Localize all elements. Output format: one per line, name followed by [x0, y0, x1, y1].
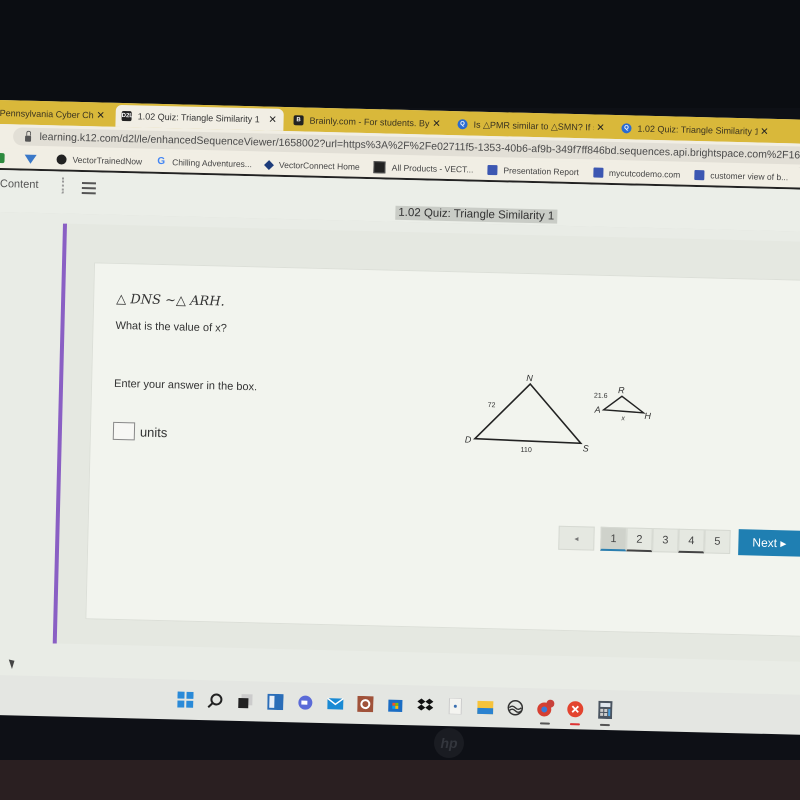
bookmark-label: VectorTrainedNow	[72, 154, 143, 167]
file-explorer-icon[interactable]	[475, 697, 495, 717]
answer-row: units	[112, 421, 168, 441]
green-app-icon	[0, 152, 5, 164]
widgets-icon[interactable]	[265, 692, 285, 712]
main-content: △ DNS ∼△ ARH. What is the value of x? En…	[0, 211, 800, 702]
bookmark-vectortrainednow[interactable]: VectorTrainedNow	[56, 154, 142, 166]
bookmark-label: Chilling Adventures...	[172, 157, 253, 170]
close-icon[interactable]: ✕	[429, 118, 443, 129]
tab-title: Brainly.com - For students. By st	[309, 115, 430, 129]
next-button[interactable]: Next ▸	[738, 529, 800, 557]
mouse-cursor	[8, 657, 17, 670]
search-icon[interactable]	[205, 690, 225, 710]
calculator-icon[interactable]	[595, 700, 615, 727]
file-icon[interactable]	[445, 696, 465, 716]
page-1-button[interactable]: 1	[600, 526, 627, 552]
tab-title: 1.02 Quiz: Triangle Similarity 1	[137, 111, 260, 125]
bookmark-label: VectorConnect Home	[278, 159, 360, 172]
monitor-bezel-top	[0, 0, 800, 108]
task-view-icon[interactable]	[235, 691, 255, 711]
bookmark-vector[interactable]	[24, 154, 42, 164]
brainly-icon: B	[293, 115, 304, 126]
mail-icon[interactable]	[325, 693, 345, 713]
vertex-s-label: S	[583, 443, 589, 453]
triangle-dns	[472, 382, 583, 445]
desk-surface	[0, 760, 800, 800]
close-icon[interactable]: ✕	[757, 126, 771, 137]
vertex-r-label: R	[618, 385, 625, 395]
question-prompt: What is the value of x?	[115, 319, 227, 335]
side-dn-label: 72	[488, 402, 496, 409]
bookmark-label: customer view of b...	[710, 170, 789, 183]
bookmark-all-products[interactable]: All Products - VECT...	[373, 161, 474, 175]
triangles-figure: D N S 72 110 A R H 21.6 x	[465, 373, 652, 454]
screen: Pennsylvania Cyber Char ✕ D2L 1.02 Quiz:…	[0, 100, 800, 735]
tab-title: 1.02 Quiz: Triangle Similarity 1 an	[637, 123, 758, 137]
similarity-statement: △ DNS ∼△ ARH.	[115, 291, 225, 310]
app-icon	[694, 169, 705, 181]
running-indicator	[539, 722, 550, 725]
side-ar-label: 21.6	[594, 393, 608, 400]
box-icon	[373, 161, 386, 174]
drag-handle-icon[interactable]	[61, 177, 67, 194]
bookmark-green-app[interactable]	[0, 152, 11, 164]
question-card: △ DNS ∼△ ARH. What is the value of x? En…	[85, 262, 800, 637]
page-3-button[interactable]: 3	[652, 528, 679, 553]
pagination: ◂ 1 2 3 4 5 Next ▸	[558, 525, 800, 557]
wave-app-icon[interactable]	[505, 698, 525, 718]
photo-app-icon[interactable]	[355, 694, 375, 714]
report-icon	[487, 164, 498, 176]
running-indicator	[569, 723, 580, 726]
page-title: 1.02 Quiz: Triangle Similarity 1	[395, 205, 558, 224]
close-icon[interactable]: ✕	[593, 122, 607, 133]
bookmark-mycutcodemo[interactable]: mycutcodemo.com	[592, 167, 681, 180]
google-icon: G	[157, 155, 166, 168]
d2l-icon: D2L	[121, 110, 134, 122]
close-icon[interactable]: ✕	[94, 110, 108, 121]
search-icon: Q	[621, 123, 632, 134]
diamond-icon	[264, 159, 275, 170]
teams-chat-icon[interactable]	[295, 692, 315, 712]
bookmark-customer-view[interactable]: customer view of b...	[694, 169, 789, 183]
page-2-button[interactable]: 2	[626, 527, 653, 553]
dropbox-icon[interactable]	[415, 695, 435, 715]
app-icon	[592, 167, 604, 178]
chrome-icon[interactable]	[535, 698, 555, 725]
bookmark-label: Presentation Report	[503, 165, 580, 178]
bookmark-chilling-adventures[interactable]: G Chilling Adventures...	[156, 155, 253, 170]
close-app-icon[interactable]	[565, 699, 585, 726]
vertex-d-label: D	[465, 434, 472, 444]
bookmark-label: mycutcodemo.com	[608, 167, 681, 180]
page-5-button[interactable]: 5	[704, 529, 731, 554]
menu-icon[interactable]	[81, 182, 97, 197]
bookmark-vectorconnect-home[interactable]: VectorConnect Home	[264, 159, 360, 172]
vertex-n-label: N	[526, 373, 533, 383]
vertex-h-label: H	[644, 411, 651, 421]
tab-title: Pennsylvania Cyber Char	[0, 107, 94, 121]
bookmark-presentation-report[interactable]: Presentation Report	[487, 164, 580, 178]
new-tab-button[interactable]: +	[795, 121, 800, 143]
start-icon[interactable]	[175, 689, 195, 709]
units-label: units	[139, 424, 168, 440]
hp-logo: hp	[434, 728, 464, 758]
vertex-a-label: A	[593, 405, 600, 415]
answer-input[interactable]	[112, 421, 136, 441]
globe-icon	[56, 154, 67, 165]
side-ah-label: x	[620, 415, 625, 422]
tab-title: Is △PMR similar to △SMN? If so	[473, 119, 594, 133]
triangle-arh	[601, 395, 646, 414]
lock-icon	[24, 135, 32, 142]
content-link[interactable]: Content	[0, 178, 39, 191]
bookmark-label: All Products - VECT...	[391, 162, 474, 175]
page-4-button[interactable]: 4	[678, 528, 705, 554]
close-icon[interactable]: ✕	[265, 114, 279, 125]
search-icon: Q	[457, 119, 468, 130]
side-ds-label: 110	[521, 447, 532, 454]
tab-pennsylvania-cyber[interactable]: Pennsylvania Cyber Char ✕	[0, 102, 112, 127]
answer-instruction: Enter your answer in the box.	[113, 377, 258, 394]
store-icon[interactable]	[385, 695, 405, 715]
previous-page-button[interactable]: ◂	[558, 525, 595, 551]
running-indicator	[599, 723, 610, 727]
vector-triangle-icon	[24, 154, 37, 164]
